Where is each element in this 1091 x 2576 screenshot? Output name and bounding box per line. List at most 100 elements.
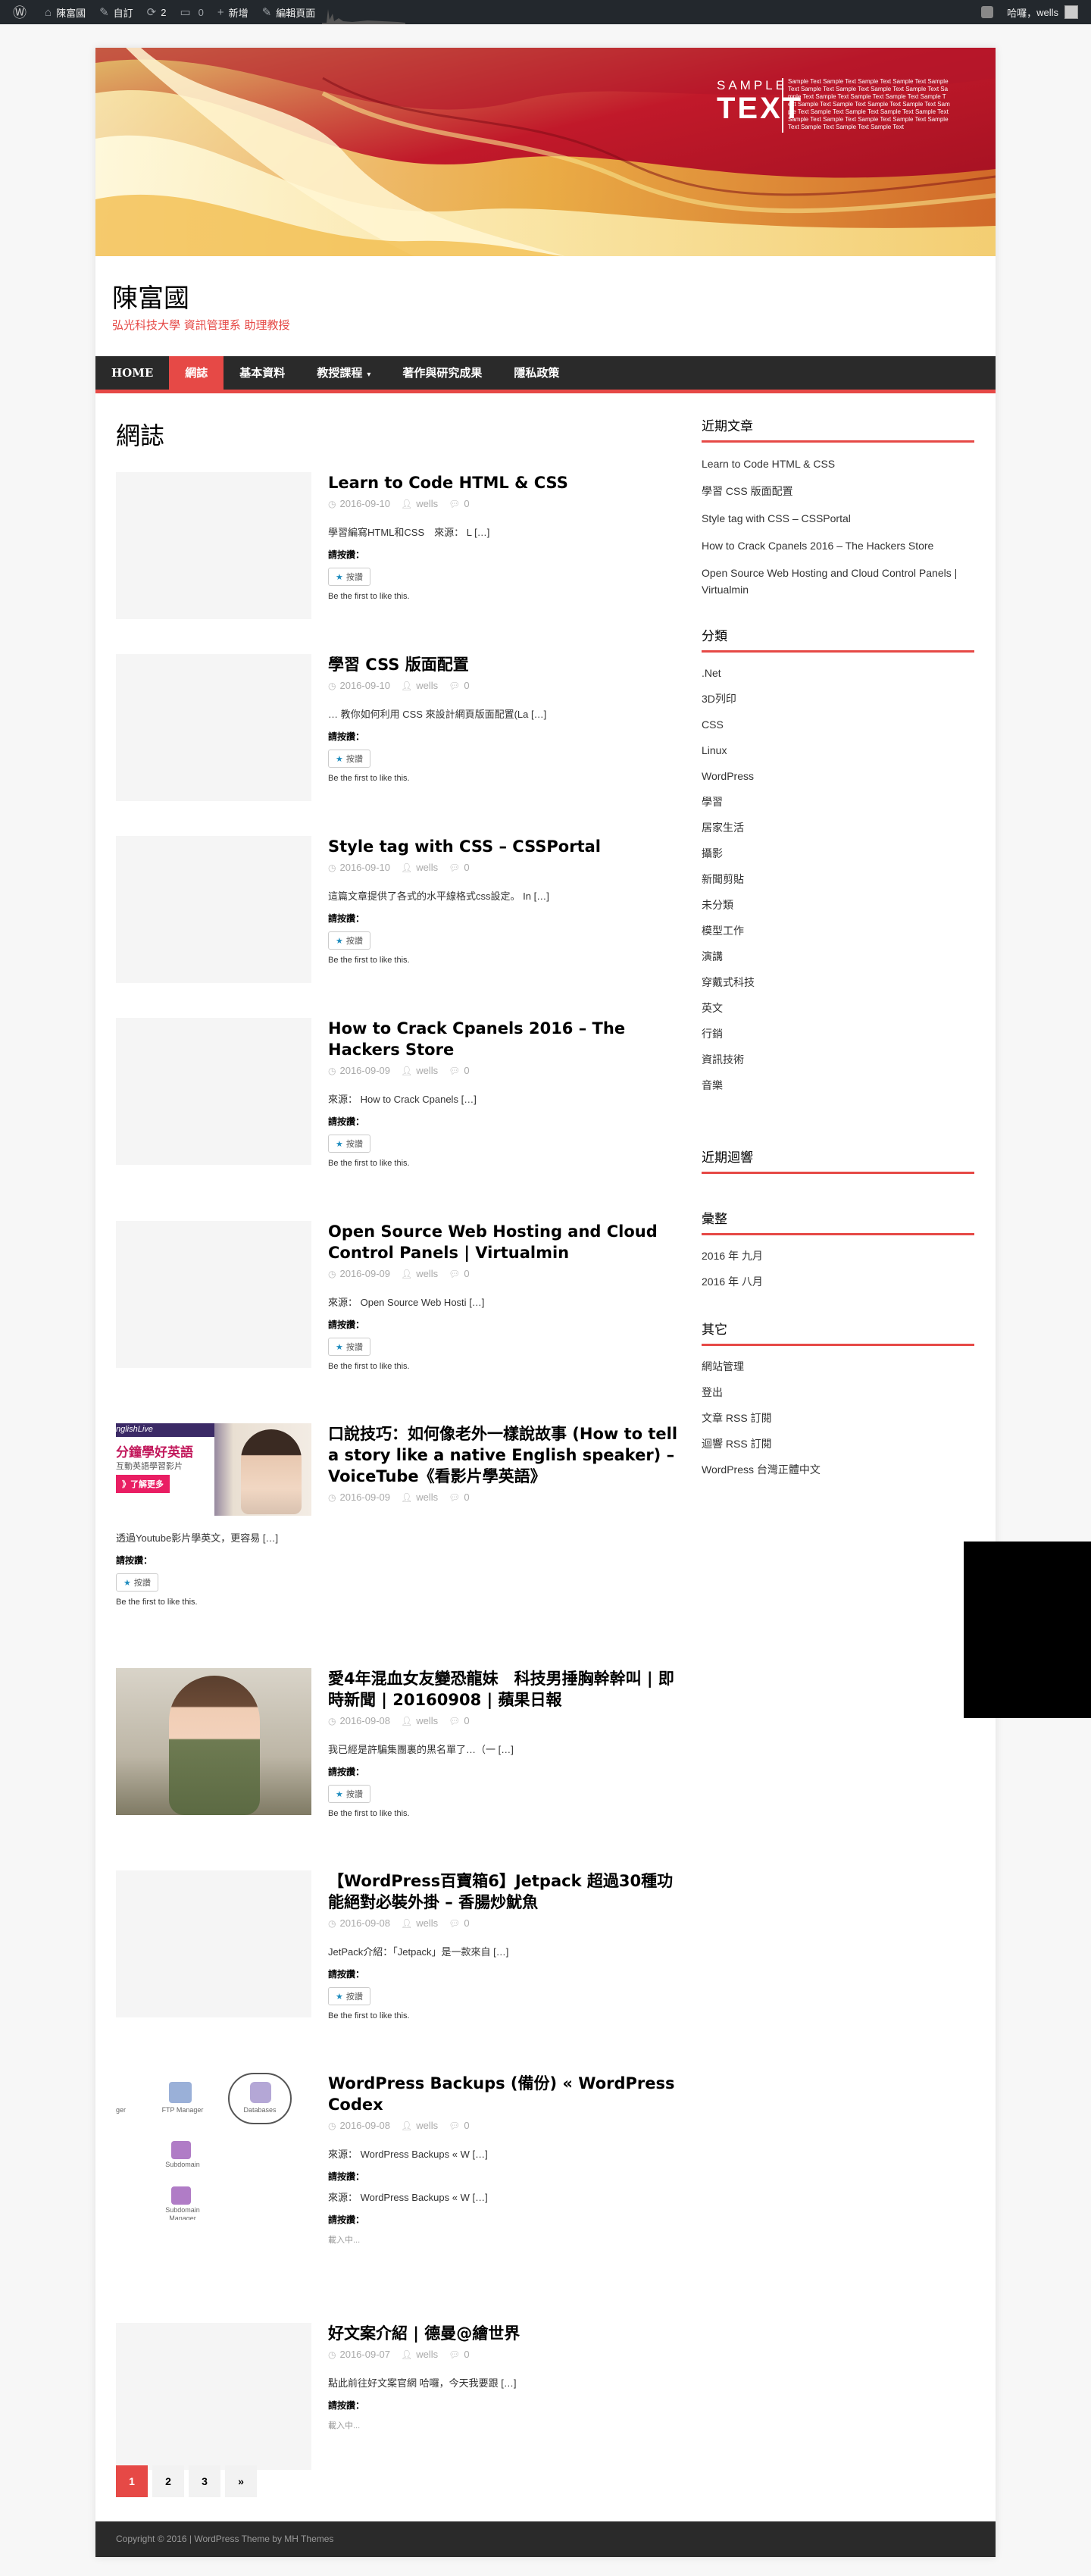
post-author[interactable]: 👤︎ wells [401,498,438,509]
admin-customize-link[interactable]: ✎ 自訂 [92,0,140,24]
like-button[interactable]: ★ 按讚 [328,931,370,950]
read-more-link[interactable]: […] [534,890,549,902]
post-thumbnail[interactable]: nglishLive 分鐘學好英語 互動英語學習影片 》了解更多 [116,1423,311,1516]
category-link[interactable]: 學習 [702,789,974,815]
post-author[interactable]: 👤︎ wells [401,2120,438,2131]
post-author[interactable]: 👤︎ wells [401,1491,438,1503]
category-link[interactable]: 穿戴式科技 [702,969,974,995]
post-title-link[interactable]: WordPress Backups (備份) « WordPress Codex [328,2073,682,2115]
post-comments[interactable]: 💬︎ 0 [449,2349,469,2360]
post-title-link[interactable]: 好文案介紹 | 德曼@繪世界 [328,2323,682,2344]
meta-link[interactable]: 網站管理 [702,1354,974,1379]
post-thumbnail[interactable] [116,1668,311,1815]
read-more-link[interactable]: […] [499,1744,514,1755]
read-more-link[interactable]: […] [461,1094,477,1105]
post-thumbnail[interactable] [116,654,311,801]
post-title-link[interactable]: 【WordPress百寶箱6】Jetpack 超過30種功能絕對必裝外掛 – 香… [328,1870,682,1913]
post-comments[interactable]: 💬︎ 0 [449,2120,469,2131]
category-link[interactable]: 未分類 [702,892,974,918]
nav-privacy[interactable]: 隱私政策 [498,356,575,390]
admin-new-link[interactable]: + 新增 [211,0,255,24]
ad-cta-button[interactable]: 》了解更多 [116,1475,170,1493]
post-thumbnail[interactable]: FTP Manager Databases ger Subdomain Subdomai… [116,2073,311,2220]
category-link[interactable]: 模型工作 [702,918,974,944]
archive-link[interactable]: 2016 年 八月 [702,1269,974,1294]
post-comments[interactable]: 💬︎ 0 [449,1491,469,1503]
pagination-next[interactable]: » [225,2465,257,2497]
like-button[interactable]: ★ 按讚 [328,1135,370,1153]
category-link[interactable]: 行銷 [702,1021,974,1047]
admin-notification-icon[interactable] [974,0,1000,24]
recent-post-link[interactable]: Style tag with CSS – CSSPortal [702,505,974,532]
recent-post-link[interactable]: Open Source Web Hosting and Cloud Contro… [702,559,974,603]
post-title-link[interactable]: 學習 CSS 版面配置 [328,654,682,675]
admin-updates-link[interactable]: ⟳ 2 [140,0,173,24]
pagination-page[interactable]: 3 [189,2465,220,2497]
read-more-link[interactable]: […] [473,2149,488,2160]
post-title-link[interactable]: 愛4年混血女友變恐龍妹 科技男捶胸幹幹叫 | 即時新聞 | 20160908 |… [328,1668,682,1711]
nav-courses[interactable]: 教授課程 ▾ [301,356,386,390]
category-link[interactable]: 音樂 [702,1072,974,1098]
site-title[interactable]: 陳富國 [112,277,189,315]
read-more-link[interactable]: […] [474,527,489,538]
nav-publications[interactable]: 著作與研究成果 [386,356,498,390]
post-author[interactable]: 👤︎ wells [401,862,438,873]
post-author[interactable]: 👤︎ wells [401,1715,438,1726]
category-link[interactable]: 新聞剪貼 [702,866,974,892]
nav-profile[interactable]: 基本資料 [224,356,301,390]
read-more-link[interactable]: […] [501,2377,516,2389]
post-thumbnail[interactable] [116,1870,311,2017]
post-author[interactable]: 👤︎ wells [401,1917,438,1929]
post-title-link[interactable]: Style tag with CSS – CSSPortal [328,836,682,857]
archive-link[interactable]: 2016 年 九月 [702,1243,974,1269]
meta-link[interactable]: WordPress 台灣正體中文 [702,1457,974,1482]
post-title-link[interactable]: Learn to Code HTML & CSS [328,472,682,493]
admin-edit-page-link[interactable]: ✎ 編輯頁面 [255,0,323,24]
wordpress-logo-icon[interactable]: Ⓦ [6,0,38,24]
stats-sparkline-icon[interactable] [322,0,406,24]
read-more-link[interactable]: […] [493,1946,508,1958]
post-title-link[interactable]: 口說技巧：如何像老外一樣說故事 (How to tell a story lik… [328,1423,682,1487]
category-link[interactable]: 攝影 [702,840,974,866]
post-comments[interactable]: 💬︎ 0 [449,1268,469,1279]
post-thumbnail[interactable] [116,836,311,983]
category-link[interactable]: 演講 [702,944,974,969]
post-comments[interactable]: 💬︎ 0 [449,1917,469,1929]
header-banner[interactable]: SAMPLE TEXT Sample Text Sample Text Samp… [95,48,996,256]
category-link[interactable]: WordPress [702,763,974,789]
read-more-link[interactable]: […] [473,2192,488,2203]
meta-link[interactable]: 文章 RSS 訂閱 [702,1405,974,1431]
post-title-link[interactable]: How to Crack Cpanels 2016 – The Hackers … [328,1018,682,1060]
like-button[interactable]: ★ 按讚 [328,1785,370,1803]
read-more-link[interactable]: […] [531,709,546,720]
category-link[interactable]: Linux [702,737,974,763]
post-thumbnail[interactable] [116,472,311,619]
recent-post-link[interactable]: How to Crack Cpanels 2016 – The Hackers … [702,532,974,559]
post-author[interactable]: 👤︎ wells [401,680,438,691]
pagination-page[interactable]: 1 [116,2465,148,2497]
meta-link[interactable]: 迴響 RSS 訂閱 [702,1431,974,1457]
category-link[interactable]: 資訊技術 [702,1047,974,1072]
post-title-link[interactable]: Open Source Web Hosting and Cloud Contro… [328,1221,682,1263]
post-comments[interactable]: 💬︎ 0 [449,680,469,691]
pagination-page[interactable]: 2 [152,2465,184,2497]
post-comments[interactable]: 💬︎ 0 [449,862,469,873]
nav-home[interactable]: HOME [95,356,169,390]
post-author[interactable]: 👤︎ wells [401,1268,438,1279]
post-thumbnail[interactable] [116,2323,311,2470]
like-button[interactable]: ★ 按讚 [116,1573,158,1592]
admin-account-link[interactable]: 哈囉， wells [1000,0,1085,24]
post-author[interactable]: 👤︎ wells [401,2349,438,2360]
like-button[interactable]: ★ 按讚 [328,1338,370,1356]
category-link[interactable]: 英文 [702,995,974,1021]
category-link[interactable]: CSS [702,712,974,737]
admin-site-link[interactable]: ⌂ 陳富國 [38,0,92,24]
like-button[interactable]: ★ 按讚 [328,1987,370,2005]
post-comments[interactable]: 💬︎ 0 [449,1715,469,1726]
category-link[interactable]: .Net [702,660,974,686]
category-link[interactable]: 3D列印 [702,686,974,712]
nav-blog[interactable]: 網誌 [169,356,224,390]
post-thumbnail[interactable] [116,1018,311,1165]
post-thumbnail[interactable] [116,1221,311,1368]
read-more-link[interactable]: […] [469,1297,484,1308]
